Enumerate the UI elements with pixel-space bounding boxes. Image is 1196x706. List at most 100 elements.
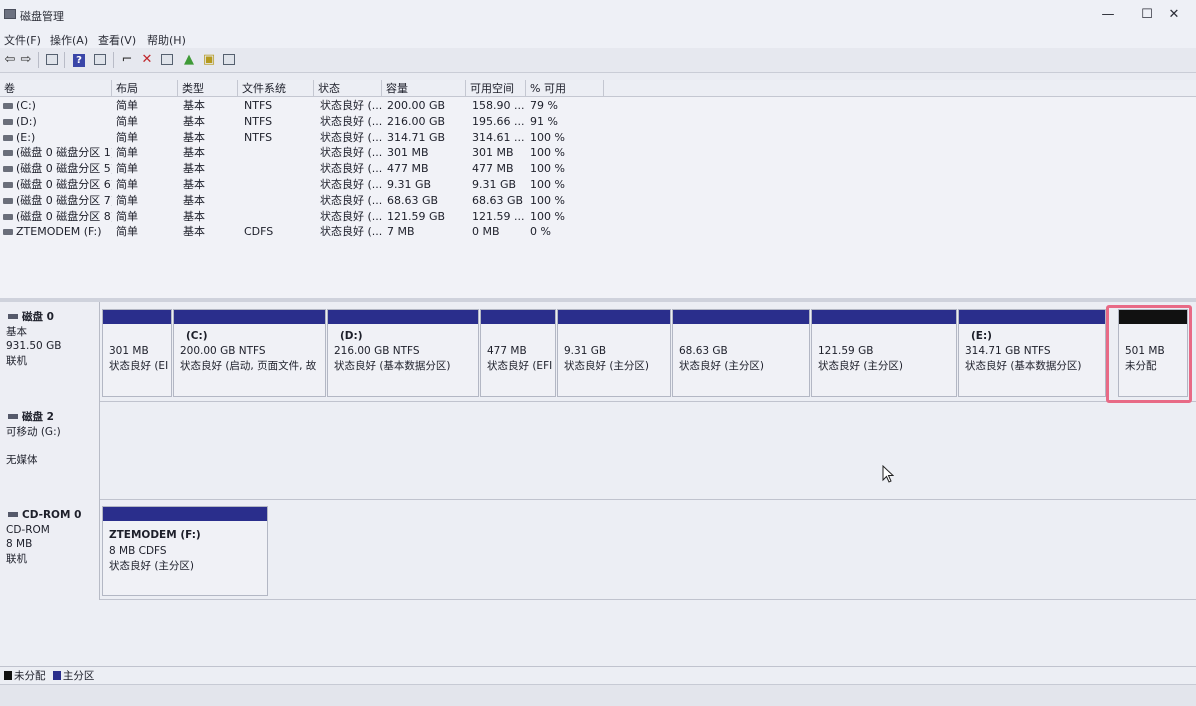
partition-bar [328,310,478,324]
disk-2-label[interactable]: 磁盘 2 可移动 (G:) 无媒体 [0,402,100,500]
partition-disk0-2[interactable]: (D:) 216.00 GB NTFS 状态良好 (基本数据分区) [327,309,479,397]
volume-row[interactable]: (C:) 简单 基本 NTFS 状态良好 (... 200.00 GB 158.90 ...… [0,98,610,114]
volume-cell-status: 状态良好 (... [320,162,382,176]
menu-action[interactable]: 操作(A) [50,32,88,48]
partition-disk0-3[interactable]: 477 MB 状态良好 (EFI [480,309,556,397]
volume-cell-free: 121.59 ... [472,209,525,223]
partition-disk0-6[interactable]: 121.59 GB 状态良好 (主分区) [811,309,957,397]
partition-size: 9.31 GB [564,345,607,357]
volume-icon [3,134,13,141]
back-arrow-icon[interactable]: ⇦ [2,52,18,68]
disk-0-size: 931.50 GB [6,340,62,352]
volume-cell-name: (磁盘 0 磁盘分区 1) [16,146,112,160]
volume-cell-name: (磁盘 0 磁盘分区 6) [16,178,112,191]
list-view-icon[interactable] [221,52,237,68]
column-header-free-space[interactable]: 可用空间 [466,80,526,97]
partition-size: 121.59 GB [818,345,874,357]
volume-cell-name: (磁盘 0 磁盘分区 8) [16,209,112,223]
volume-cell-capacity: 7 MB [387,225,415,239]
partition-name: (E:) [971,330,992,342]
menu-help[interactable]: 帮助(H) [147,32,186,48]
import-icon[interactable]: ▲ [181,52,197,68]
column-header-type[interactable]: 类型 [178,80,238,97]
partition-disk0-1[interactable]: (C:) 200.00 GB NTFS 状态良好 (启动, 页面文件, 故 [173,309,326,397]
volume-cell-free: 301 MB [472,146,514,160]
volume-cell-status: 状态良好 (... [320,225,382,239]
volume-row[interactable]: ZTEMODEM (F:) 简单 基本 CDFS 状态良好 (... 7 MB 0 MB 0 … [0,224,610,240]
partition-size: 216.00 GB NTFS [334,345,420,357]
volume-list[interactable]: 卷 布局 类型 文件系统 状态 容量 可用空间 % 可用 (C:) 简单 基本 NTF… [0,80,1196,298]
volume-cell-free: 68.63 GB [472,193,524,207]
connect-icon[interactable]: ⌐ [119,52,135,68]
partition-info: 200.00 GB NTFS 状态良好 (启动, 页面文件, 故 [180,344,323,374]
disk-2-state: 无媒体 [6,454,38,466]
menu-view[interactable]: 查看(V) [98,32,136,48]
disk-0-kind: 基本 [6,325,27,338]
partition-bar [959,310,1105,324]
column-header-status[interactable]: 状态 [314,80,382,97]
volume-row[interactable]: (E:) 简单 基本 NTFS 状态良好 (... 314.71 GB 314.61 ...… [0,130,610,146]
partition-disk0-0[interactable]: 301 MB 状态良好 (EI [102,309,172,397]
volume-cell-fs [244,161,314,177]
volume-cell-status: 状态良好 (... [320,146,382,160]
column-header-percent-free[interactable]: % 可用 [526,80,604,97]
console-tree-icon[interactable] [44,52,60,68]
export-icon[interactable]: ▣ [201,52,217,68]
volume-cell-free: 0 MB [472,225,500,239]
forward-arrow-icon[interactable]: ⇨ [18,52,34,68]
check-icon[interactable] [159,52,175,68]
volume-cell-capacity: 301 MB [387,146,429,160]
volume-cell-status: 状态良好 (... [320,193,382,207]
volume-row[interactable]: (磁盘 0 磁盘分区 7) 简单 基本 状态良好 (... 68.63 GB 68.63 … [0,193,610,209]
partition-info: 314.71 GB NTFS 状态良好 (基本数据分区) [965,344,1103,374]
column-header-filesystem[interactable]: 文件系统 [238,80,314,97]
volume-cell-type: 基本 [183,146,205,160]
partition-status: 状态良好 (EI [109,360,169,372]
volume-cell-status: 状态良好 (... [320,209,382,223]
column-header-layout[interactable]: 布局 [112,80,178,97]
volume-cell-fs [244,177,314,193]
legend-unallocated: 未分配 [14,670,46,682]
column-header-volume[interactable]: 卷 [0,80,112,97]
disk-2-name: 磁盘 2 [6,410,99,425]
help-icon[interactable]: ? [71,52,87,68]
volume-row[interactable]: (磁盘 0 磁盘分区 6) 简单 基本 状态良好 (... 9.31 GB 9.31 GB… [0,177,610,193]
volume-row[interactable]: (磁盘 0 磁盘分区 1) 简单 基本 状态良好 (... 301 MB 301 MB 10… [0,145,610,161]
volume-row[interactable]: (D:) 简单 基本 NTFS 状态良好 (... 216.00 GB 195.66 ...… [0,114,610,130]
volume-cell-fs: CDFS [244,225,274,239]
volume-cell-name: (磁盘 0 磁盘分区 5) [16,162,112,176]
legend: 未分配 主分区 [0,666,1196,685]
menu-file[interactable]: 文件(F) [4,32,41,48]
partition-status: 状态良好 (EFI [487,360,553,372]
column-header-filler [604,80,1196,97]
volume-icon [3,118,13,125]
partition-disk0-7[interactable]: (E:) 314.71 GB NTFS 状态良好 (基本数据分区) [958,309,1106,397]
partition-bar [174,310,325,324]
volume-cell-layout: 简单 [116,178,138,191]
partition-disk0-4[interactable]: 9.31 GB 状态良好 (主分区) [557,309,671,397]
delete-icon[interactable]: ✕ [139,52,155,68]
disk-2-kind: 可移动 (G:) [6,425,61,438]
volume-cell-capacity: 477 MB [387,162,429,176]
properties-icon[interactable] [92,52,108,68]
volume-cell-free: 9.31 GB [472,178,517,191]
cdrom-0-label[interactable]: CD-ROM 0 CD-ROM 8 MB 联机 [0,500,100,600]
partition-info: 9.31 GB 状态良好 (主分区) [564,344,668,374]
volume-cell-layout: 简单 [116,209,138,223]
minimize-button[interactable]: — [1086,4,1130,26]
partition-size: 8 MB CDFS [109,545,167,557]
disk-0-label[interactable]: 磁盘 0 基本 931.50 GB 联机 [0,302,100,402]
volume-icon [3,213,13,220]
volume-row[interactable]: (磁盘 0 磁盘分区 5) 简单 基本 状态良好 (... 477 MB 477 MB 10… [0,161,610,177]
partition-cdrom[interactable]: ZTEMODEM (F:) 8 MB CDFS 状态良好 (主分区) [102,506,268,596]
partition-size: 301 MB [109,345,149,357]
volume-cell-fs [244,145,314,161]
volume-cell-free: 477 MB [472,162,514,176]
volume-cell-type: 基本 [183,178,205,191]
volume-row[interactable]: (磁盘 0 磁盘分区 8) 简单 基本 状态良好 (... 121.59 GB 121.5… [0,209,610,225]
partition-disk0-5[interactable]: 68.63 GB 状态良好 (主分区) [672,309,810,397]
cdrom-0-kind: CD-ROM [6,523,50,536]
close-button[interactable]: ✕ [1152,4,1196,26]
partition-status: 状态良好 (基本数据分区) [334,360,451,372]
column-header-capacity[interactable]: 容量 [382,80,466,97]
